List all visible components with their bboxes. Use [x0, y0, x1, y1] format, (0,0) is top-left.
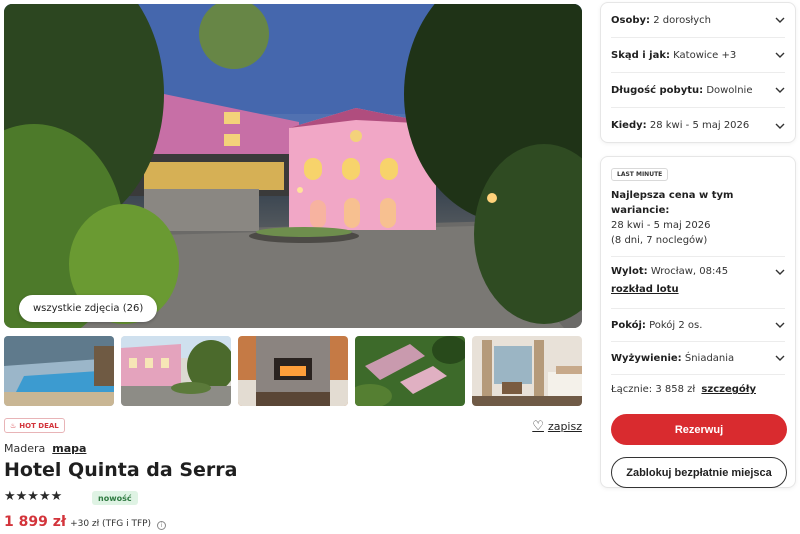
flight-schedule-link[interactable]: rozkład lotu — [611, 284, 679, 295]
save-label: zapisz — [547, 419, 582, 433]
departure-value: Wrocław, 08:45 — [650, 266, 729, 277]
fire-icon: ♨ — [10, 421, 17, 430]
chevron-down-icon — [775, 52, 785, 58]
search-filters-panel: Osoby: 2 dorosłych Skąd i jak: Katowice … — [600, 2, 796, 143]
all-photos-button[interactable]: wszystkie zdjęcia (26) — [19, 295, 158, 322]
save-button[interactable]: ♡ zapisz — [532, 418, 582, 434]
best-price-title: Najlepsza cena w tym wariancie: — [611, 190, 734, 216]
room-value: Pokój 2 os. — [649, 319, 703, 331]
duration-filter[interactable]: Długość pobytu: Dowolnie — [611, 73, 785, 108]
room-interior-photo-icon — [472, 336, 582, 406]
book-button[interactable]: Rezerwuj — [611, 414, 787, 445]
aerial-view-photo-icon — [355, 336, 465, 406]
from-label: Skąd i jak: — [611, 49, 670, 61]
info-icon[interactable]: i — [157, 521, 167, 530]
chevron-down-icon — [775, 355, 785, 361]
chevron-down-icon — [775, 123, 785, 129]
thumbnail-room[interactable] — [472, 336, 582, 406]
best-price-block: Najlepsza cena w tym wariancie: 28 kwi -… — [611, 188, 785, 248]
chevron-down-icon — [775, 17, 785, 23]
from-value: Katowice +3 — [673, 49, 737, 61]
heart-icon: ♡ — [532, 418, 544, 434]
hotel-name: Hotel Quinta da Serra — [4, 459, 238, 481]
duration-value: Dowolnie — [706, 84, 753, 96]
hold-seats-button[interactable]: Zablokuj bezpłatnie miejsca — [611, 457, 787, 488]
duration-label: Długość pobytu: — [611, 84, 704, 96]
hotel-night-photo — [4, 4, 582, 328]
hot-deal-label: HOT DEAL — [19, 421, 59, 430]
total-label: Łącznie: — [611, 384, 653, 395]
when-label: Kiedy: — [611, 120, 647, 131]
pool-photo-icon — [4, 336, 114, 406]
room-label: Pokój: — [611, 319, 646, 331]
chevron-down-icon — [775, 87, 785, 93]
offer-nights: (8 dni, 7 noclegów) — [611, 235, 708, 246]
location: Madera mapa — [4, 442, 86, 455]
thumbnail-strip — [4, 336, 582, 406]
last-minute-badge: LAST MINUTE — [611, 168, 669, 181]
thumbnail-pool[interactable] — [4, 336, 114, 406]
board-row[interactable]: Wyżywienie: Śniadania — [611, 341, 785, 374]
board-value: Śniadania — [684, 352, 735, 364]
departure-row[interactable]: Wylot: Wrocław, 08:45 — [611, 266, 785, 277]
room-row[interactable]: Pokój: Pokój 2 os. — [611, 308, 785, 341]
board-label: Wyżywienie: — [611, 352, 682, 364]
price-extra: +30 zł (TFG i TFP) — [70, 519, 152, 529]
thumbnail-aerial[interactable] — [355, 336, 465, 406]
details-link[interactable]: szczegóły — [701, 384, 756, 395]
departure-label: Wylot: — [611, 266, 648, 277]
thumbnail-exterior[interactable] — [121, 336, 231, 406]
offer-dates: 28 kwi - 5 maj 2026 — [611, 220, 711, 231]
persons-filter[interactable]: Osoby: 2 dorosłych — [611, 3, 785, 38]
price-row: 1 899 zł +30 zł (TFG i TFP) i — [4, 514, 167, 530]
persons-label: Osoby: — [611, 14, 650, 26]
when-value: 28 kwi - 5 maj 2026 — [649, 120, 750, 131]
flight-block: Wylot: Wrocław, 08:45 rozkład lotu — [611, 256, 785, 308]
new-badge: nowość — [92, 491, 138, 505]
fireplace-photo-icon — [238, 336, 348, 406]
total-value: 3 858 zł — [655, 384, 696, 395]
total-row: Łącznie: 3 858 zł szczegóły — [611, 374, 785, 410]
star-rating: ★★★★★ — [4, 489, 63, 504]
dates-filter[interactable]: Kiedy: 28 kwi - 5 maj 2026 — [611, 108, 785, 143]
map-link[interactable]: mapa — [52, 442, 86, 455]
region-name: Madera — [4, 442, 46, 455]
hotel-exterior-photo-icon — [121, 336, 231, 406]
persons-value: 2 dorosłych — [653, 14, 712, 26]
departure-filter[interactable]: Skąd i jak: Katowice +3 — [611, 38, 785, 73]
price: 1 899 zł — [4, 514, 67, 530]
offer-panel: LAST MINUTE Najlepsza cena w tym warianc… — [600, 156, 796, 488]
chevron-down-icon — [775, 322, 785, 328]
hot-deal-badge: ♨ HOT DEAL — [4, 418, 65, 433]
thumbnail-fireplace[interactable] — [238, 336, 348, 406]
chevron-down-icon — [775, 269, 785, 275]
main-photo[interactable]: wszystkie zdjęcia (26) — [4, 4, 582, 328]
